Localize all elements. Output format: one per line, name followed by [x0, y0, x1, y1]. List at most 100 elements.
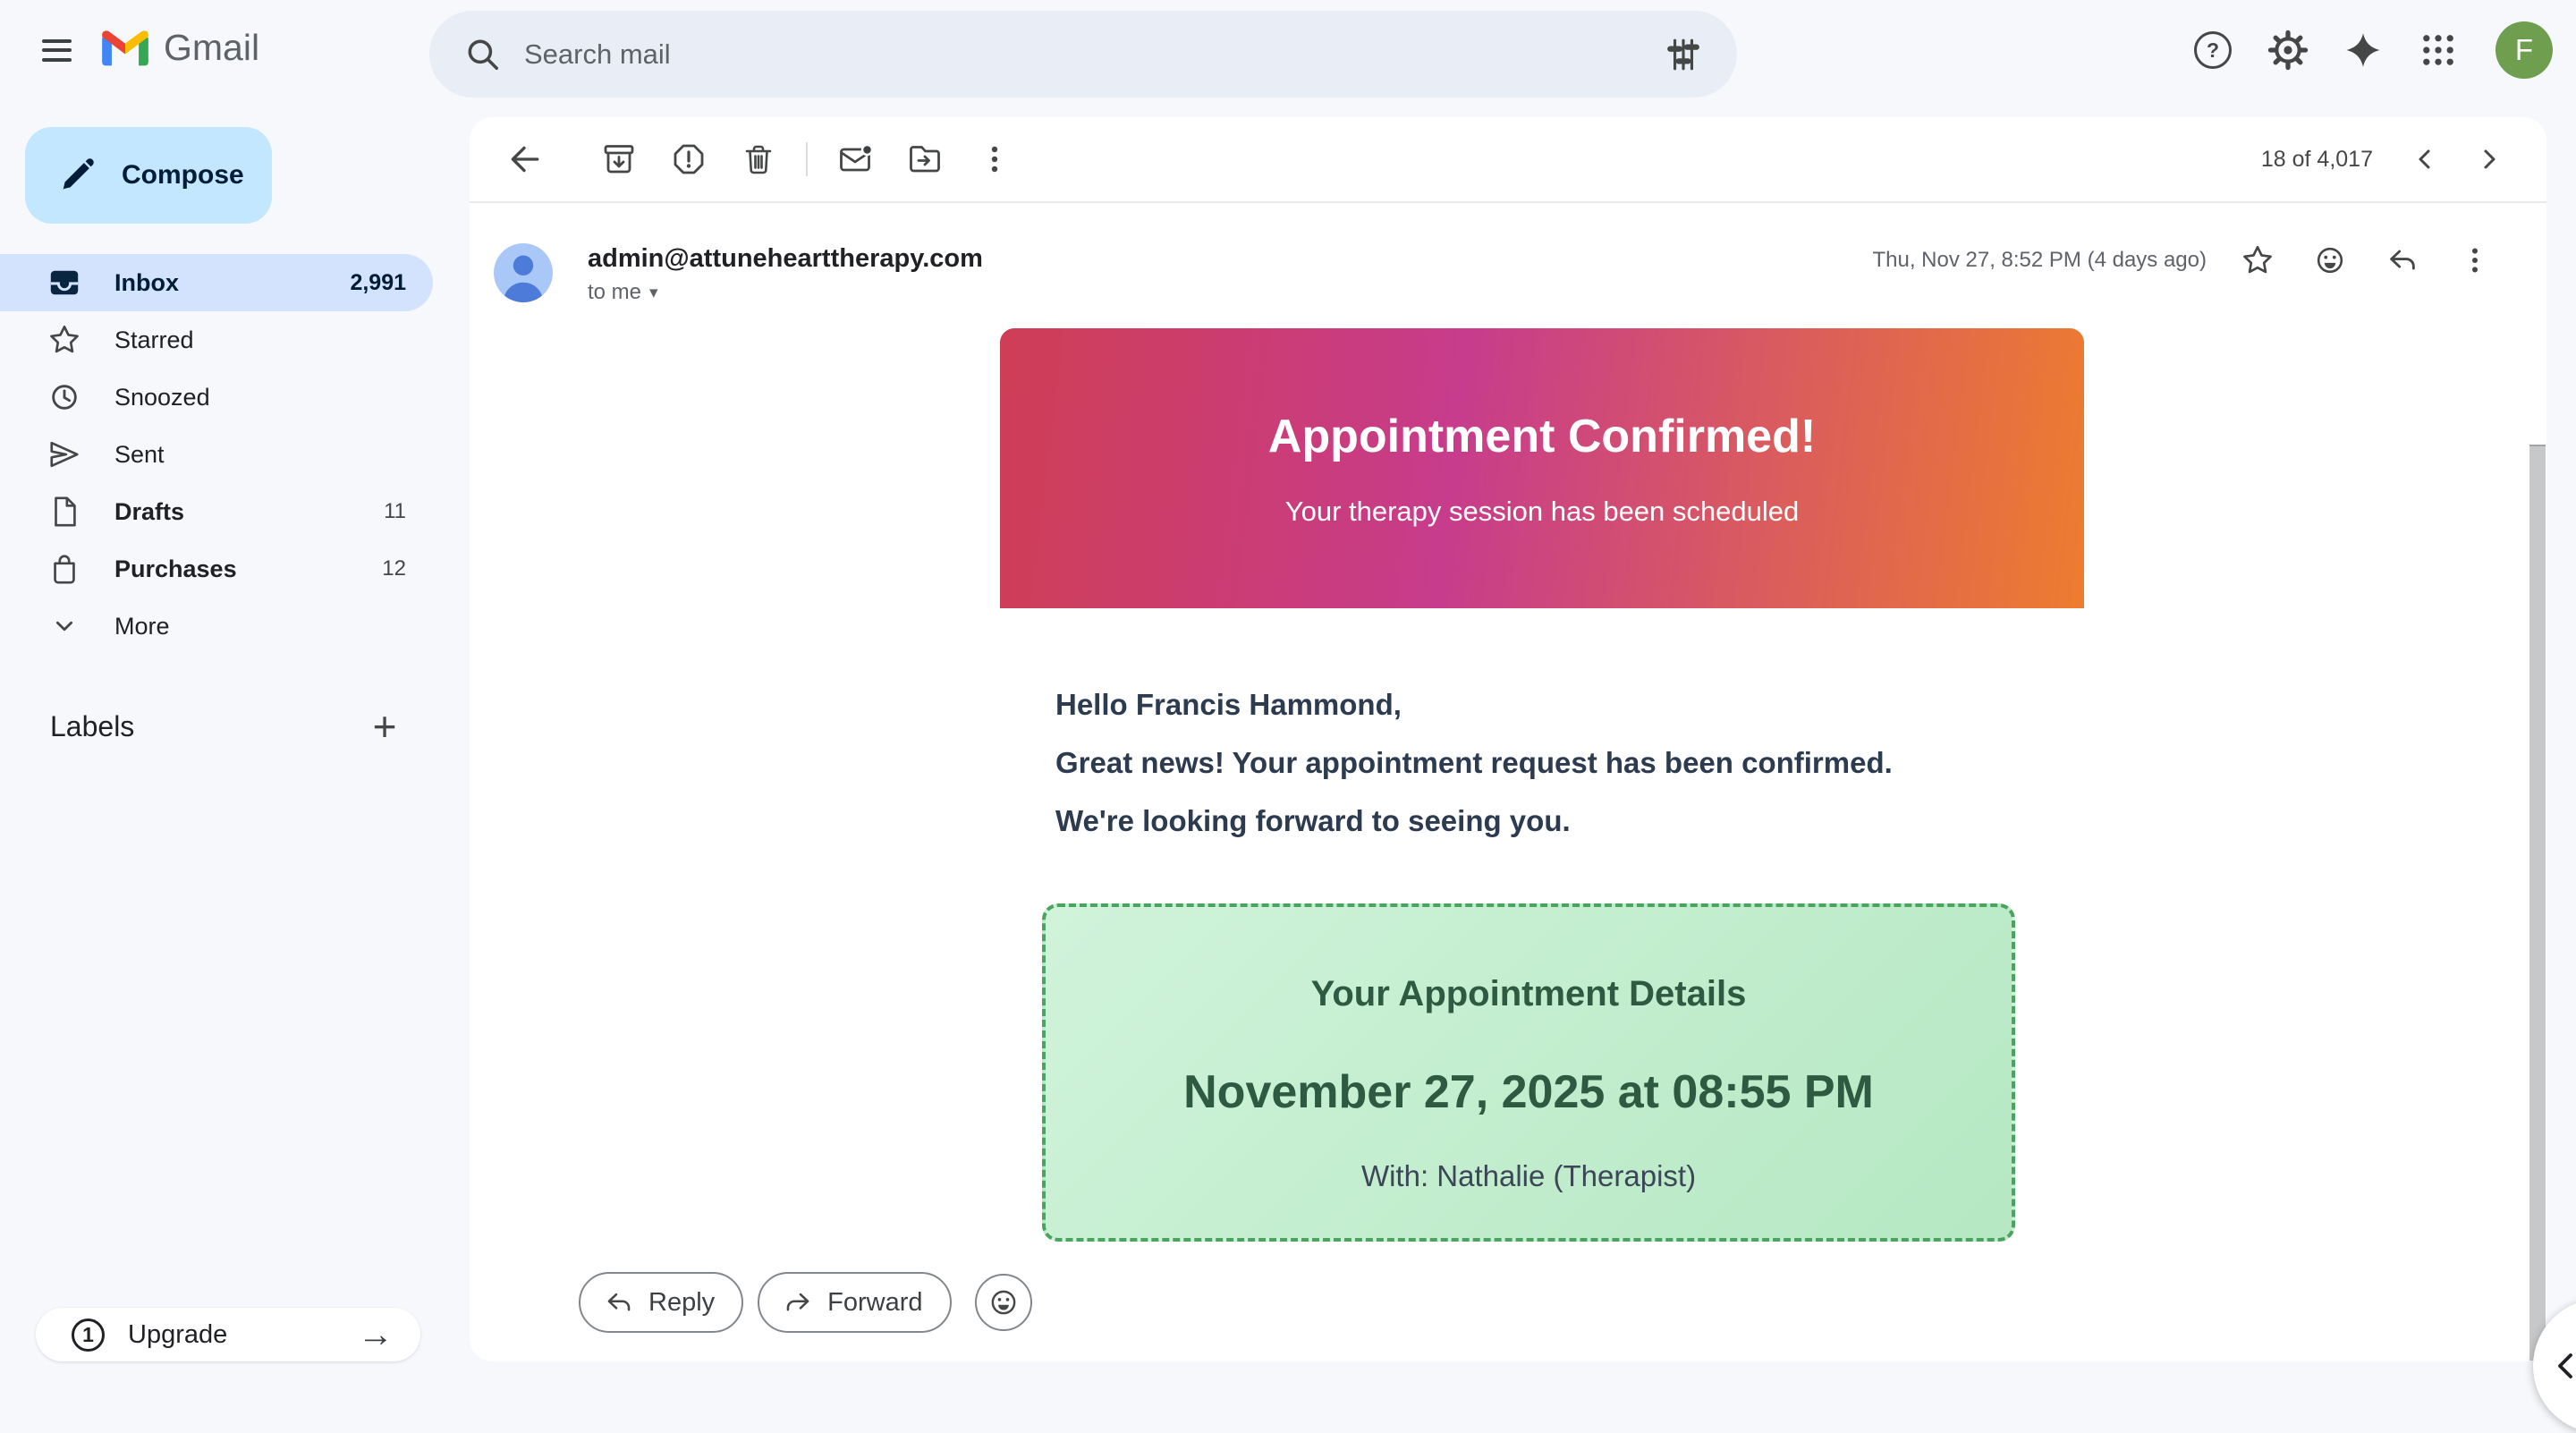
gemini-sparkle-icon: [2343, 30, 2383, 70]
archive-icon: [601, 141, 637, 177]
sidebar-item-label: Purchases: [114, 555, 237, 583]
mark-unread-button[interactable]: [820, 124, 890, 194]
inbox-icon: [47, 265, 82, 301]
gmail-m-icon: [100, 29, 150, 68]
star-outline-icon: [2241, 243, 2275, 277]
arrow-right-icon: →: [358, 1317, 394, 1352]
sidebar-item-starred[interactable]: Starred: [0, 311, 433, 369]
forward-label: Forward: [827, 1288, 922, 1318]
newer-email-button[interactable]: [2394, 128, 2457, 191]
details-title: Your Appointment Details: [1046, 973, 2012, 1014]
confirmation-banner: Appointment Confirmed! Your therapy sess…: [1000, 328, 2084, 608]
sidebar-item-sent[interactable]: Sent: [0, 426, 433, 483]
sender-avatar[interactable]: [494, 243, 553, 302]
hamburger-icon: [42, 39, 72, 62]
forward-arrow-icon: [783, 1287, 813, 1318]
star-button[interactable]: [2225, 228, 2290, 293]
shopping-bag-icon: [47, 551, 82, 587]
reply-actions: Reply Forward: [579, 1272, 1032, 1333]
sidebar-item-label: Sent: [114, 441, 165, 469]
email-date: Thu, Nov 27, 8:52 PM (4 days ago): [1872, 248, 2207, 273]
details-datetime: November 27, 2025 at 08:55 PM: [1046, 1066, 2012, 1118]
compose-label: Compose: [122, 160, 244, 191]
compose-button[interactable]: Compose: [25, 127, 272, 224]
emoji-reaction-button[interactable]: [2298, 228, 2362, 293]
confirmation-line: Great news! Your appointment request has…: [1055, 733, 2084, 792]
reply-label: Reply: [648, 1288, 715, 1318]
more-vert-icon: [2458, 243, 2492, 277]
star-icon: [47, 322, 82, 358]
toolbar-divider: [806, 142, 808, 176]
email-view-card: 18 of 4,017 admin@attuneheartther: [470, 117, 2546, 1361]
settings-button[interactable]: [2250, 13, 2326, 88]
chevron-right-icon: [2475, 146, 2502, 173]
gmail-logo[interactable]: Gmail: [100, 27, 259, 69]
toolbar-bottom-divider: [470, 201, 2546, 203]
sidebar-item-count: 2,991: [350, 270, 406, 296]
account-avatar[interactable]: F: [2496, 21, 2553, 79]
main-menu-button[interactable]: [27, 21, 86, 80]
clock-icon: [47, 379, 82, 415]
sidebar-item-label: More: [114, 613, 170, 640]
sidebar-item-drafts[interactable]: Drafts 11: [0, 483, 433, 540]
scrollbar-thumb[interactable]: [2529, 445, 2546, 1361]
reply-arrow-icon: [604, 1287, 634, 1318]
gear-icon: [2267, 30, 2309, 71]
labels-heading: Labels: [50, 710, 134, 743]
search-options-button[interactable]: [1651, 22, 1716, 87]
archive-button[interactable]: [584, 124, 654, 194]
header-actions: ?: [2175, 13, 2553, 88]
trash-icon: [741, 141, 776, 177]
add-reaction-button[interactable]: [975, 1274, 1032, 1331]
pagination: 18 of 4,017: [2261, 128, 2520, 191]
create-label-button[interactable]: +: [360, 701, 410, 751]
appointment-details-box: Your Appointment Details November 27, 20…: [1042, 903, 2015, 1242]
forward-button[interactable]: Forward: [758, 1272, 951, 1333]
banner-subtitle: Your therapy session has been scheduled: [1285, 496, 1799, 528]
report-spam-icon: [671, 141, 707, 177]
help-button[interactable]: ?: [2175, 13, 2250, 88]
sidebar-item-snoozed[interactable]: Snoozed: [0, 369, 433, 426]
move-to-button[interactable]: [890, 124, 960, 194]
sidebar-item-more[interactable]: More: [0, 598, 433, 655]
back-button[interactable]: [489, 124, 559, 194]
labels-section: Labels +: [50, 698, 410, 755]
more-vert-icon: [977, 141, 1013, 177]
pencil-icon: [57, 156, 97, 195]
gemini-button[interactable]: [2326, 13, 2401, 88]
pagination-count: 18 of 4,017: [2261, 147, 2373, 173]
sidebar-item-purchases[interactable]: Purchases 12: [0, 540, 433, 598]
folder-move-icon: [907, 141, 943, 177]
tune-icon: [1665, 36, 1702, 73]
email-text: Hello Francis Hammond, Great news! Your …: [1000, 675, 2084, 850]
smiley-icon: [987, 1286, 1020, 1319]
back-arrow-icon: [505, 140, 543, 178]
message-more-button[interactable]: [2443, 228, 2507, 293]
older-email-button[interactable]: [2457, 128, 2520, 191]
reply-button[interactable]: Reply: [579, 1272, 743, 1333]
search-button[interactable]: [451, 22, 515, 87]
upgrade-label: Upgrade: [128, 1320, 227, 1350]
gmail-header: Gmail ?: [0, 0, 2576, 100]
email-body: Appointment Confirmed! Your therapy sess…: [1000, 328, 2084, 1242]
email-toolbar: 18 of 4,017: [470, 117, 2546, 201]
upgrade-button[interactable]: 1 Upgrade →: [36, 1308, 420, 1361]
email-meta: Thu, Nov 27, 8:52 PM (4 days ago): [1872, 228, 2507, 293]
plus-icon: +: [373, 703, 397, 750]
search-icon: [464, 36, 502, 73]
search-input[interactable]: [524, 38, 1651, 71]
recipient-label: to me: [588, 280, 641, 305]
smiley-icon: [2313, 243, 2347, 277]
report-spam-button[interactable]: [654, 124, 724, 194]
sidebar-item-inbox[interactable]: Inbox 2,991: [0, 254, 433, 311]
reply-icon-button[interactable]: [2370, 228, 2435, 293]
recipient-row[interactable]: to me ▾: [588, 280, 983, 305]
more-options-button[interactable]: [960, 124, 1030, 194]
mail-unread-icon: [837, 141, 873, 177]
sidebar-item-label: Starred: [114, 326, 194, 354]
chevron-down-icon: [47, 608, 82, 644]
sender-email: admin@attunehearttherapy.com: [588, 244, 983, 274]
chevron-left-icon: [2549, 1348, 2576, 1384]
delete-button[interactable]: [724, 124, 793, 194]
apps-grid-button[interactable]: [2401, 13, 2476, 88]
